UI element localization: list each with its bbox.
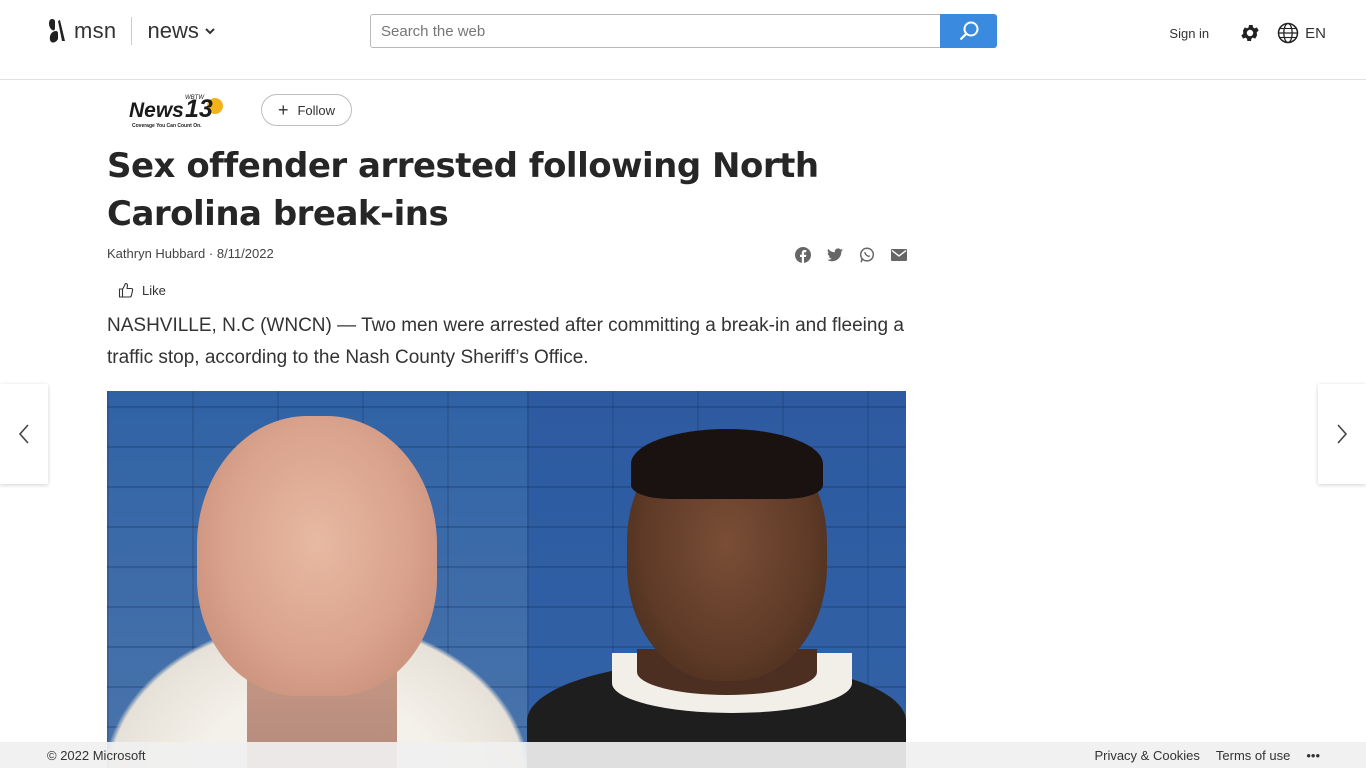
next-article-button[interactable] (1318, 384, 1366, 484)
top-bar: msn news Sign in (0, 0, 1366, 80)
article-lede: NASHVILLE, N.C (WNCN) — Two men were arr… (107, 315, 904, 368)
thumbs-up-icon (118, 282, 134, 298)
globe-icon (1277, 22, 1299, 44)
provider-logo-call: WBTW (185, 95, 205, 101)
privacy-link[interactable]: Privacy & Cookies (1094, 748, 1199, 763)
byline-separator: · (205, 246, 217, 261)
follow-button[interactable]: + Follow (261, 94, 352, 126)
mugshot-photo[interactable] (107, 391, 906, 768)
account-nav: Sign in EN (1169, 20, 1326, 46)
msn-butterfly-icon (46, 17, 70, 45)
copyright: © 2022 Microsoft (47, 748, 146, 763)
language-selector[interactable]: EN (1277, 22, 1326, 44)
provider: News 13 WBTW Coverage You Can Count On. (127, 92, 227, 130)
whatsapp-share-button[interactable] (859, 247, 875, 263)
search-input[interactable] (370, 14, 940, 48)
sign-in-link[interactable]: Sign in (1169, 26, 1209, 41)
like-button[interactable]: Like (118, 282, 166, 298)
publish-date: 8/11/2022 (216, 246, 274, 261)
byline: Kathryn Hubbard · 8/11/2022 (107, 246, 274, 261)
like-label: Like (142, 282, 166, 298)
plus-icon: + (277, 100, 289, 120)
brand-name[interactable]: msn (74, 18, 116, 44)
brand[interactable]: msn news (46, 16, 215, 46)
chevron-down-icon (205, 27, 215, 34)
twitter-share-button[interactable] (827, 247, 843, 263)
facebook-icon (795, 247, 811, 263)
language-label[interactable]: EN (1305, 25, 1326, 42)
footer-links: Privacy & Cookies Terms of use ••• (1078, 748, 1320, 763)
email-share-button[interactable] (891, 247, 907, 263)
gear-icon (1241, 25, 1259, 41)
brand-divider (131, 17, 133, 45)
share-bar (795, 247, 923, 263)
provider-logo-main: News (129, 99, 184, 122)
previous-article-button[interactable] (0, 384, 48, 484)
facebook-share-button[interactable] (795, 247, 811, 263)
search-icon (959, 21, 978, 41)
footer: © 2022 Microsoft Privacy & Cookies Terms… (0, 742, 1366, 768)
section-label[interactable]: news (147, 18, 198, 44)
article-headline: Sex offender arrested following North Ca… (107, 146, 819, 234)
mugshot-left (107, 391, 527, 768)
follow-label: Follow (297, 102, 336, 118)
settings-button[interactable] (1239, 22, 1261, 44)
chevron-left-icon (18, 424, 29, 444)
terms-link[interactable]: Terms of use (1216, 748, 1290, 763)
provider-logo[interactable]: News 13 WBTW Coverage You Can Count On. (127, 92, 227, 130)
mugshot-right (527, 391, 906, 768)
whatsapp-icon (859, 247, 875, 263)
twitter-icon (827, 248, 843, 262)
section-menu[interactable]: news (147, 18, 215, 44)
author-name[interactable]: Kathryn Hubbard (107, 246, 205, 261)
search-button[interactable] (940, 14, 997, 48)
mail-icon (891, 249, 907, 261)
provider-logo-tagline: Coverage You Can Count On. (132, 123, 202, 129)
more-options-button[interactable]: ••• (1306, 748, 1320, 763)
chevron-right-icon (1337, 424, 1348, 444)
search-bar (370, 14, 997, 48)
